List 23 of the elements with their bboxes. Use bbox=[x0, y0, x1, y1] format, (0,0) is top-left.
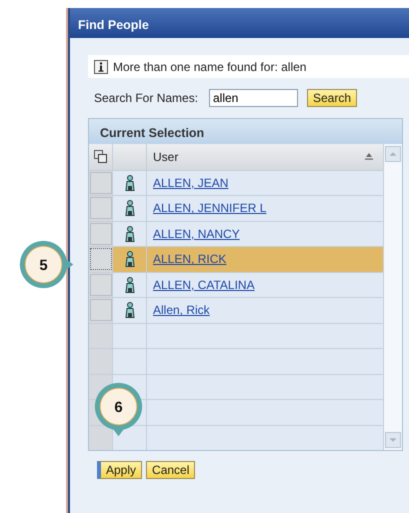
sort-icon[interactable] bbox=[365, 153, 373, 160]
info-icon bbox=[94, 60, 108, 74]
person-icon bbox=[124, 200, 134, 216]
message-text: More than one name found for: allen bbox=[113, 58, 306, 76]
dialog-button[interactable]: Cancel bbox=[146, 461, 196, 479]
column-header[interactable]: User bbox=[147, 144, 383, 170]
search-button[interactable]: Search bbox=[307, 88, 358, 106]
search-field[interactable]: allen bbox=[209, 88, 298, 106]
window-title: Find People bbox=[70, 8, 409, 38]
scroll-up-icon[interactable] bbox=[385, 146, 401, 162]
person-icon bbox=[124, 226, 134, 242]
scrollbar[interactable] bbox=[383, 144, 402, 450]
person-icon bbox=[124, 174, 134, 191]
person-icon bbox=[124, 251, 134, 268]
select-all-icon[interactable] bbox=[94, 150, 107, 164]
person-icon bbox=[124, 302, 134, 318]
person-icon bbox=[124, 276, 134, 293]
dialog-button[interactable]: Apply bbox=[97, 461, 142, 479]
scroll-down-icon[interactable] bbox=[385, 432, 401, 448]
row-selector[interactable] bbox=[90, 248, 112, 270]
table-title: Current Selection bbox=[89, 119, 402, 144]
search-label: Search For Names: bbox=[94, 90, 200, 106]
user-link[interactable]: Allen, Rick bbox=[153, 301, 210, 320]
